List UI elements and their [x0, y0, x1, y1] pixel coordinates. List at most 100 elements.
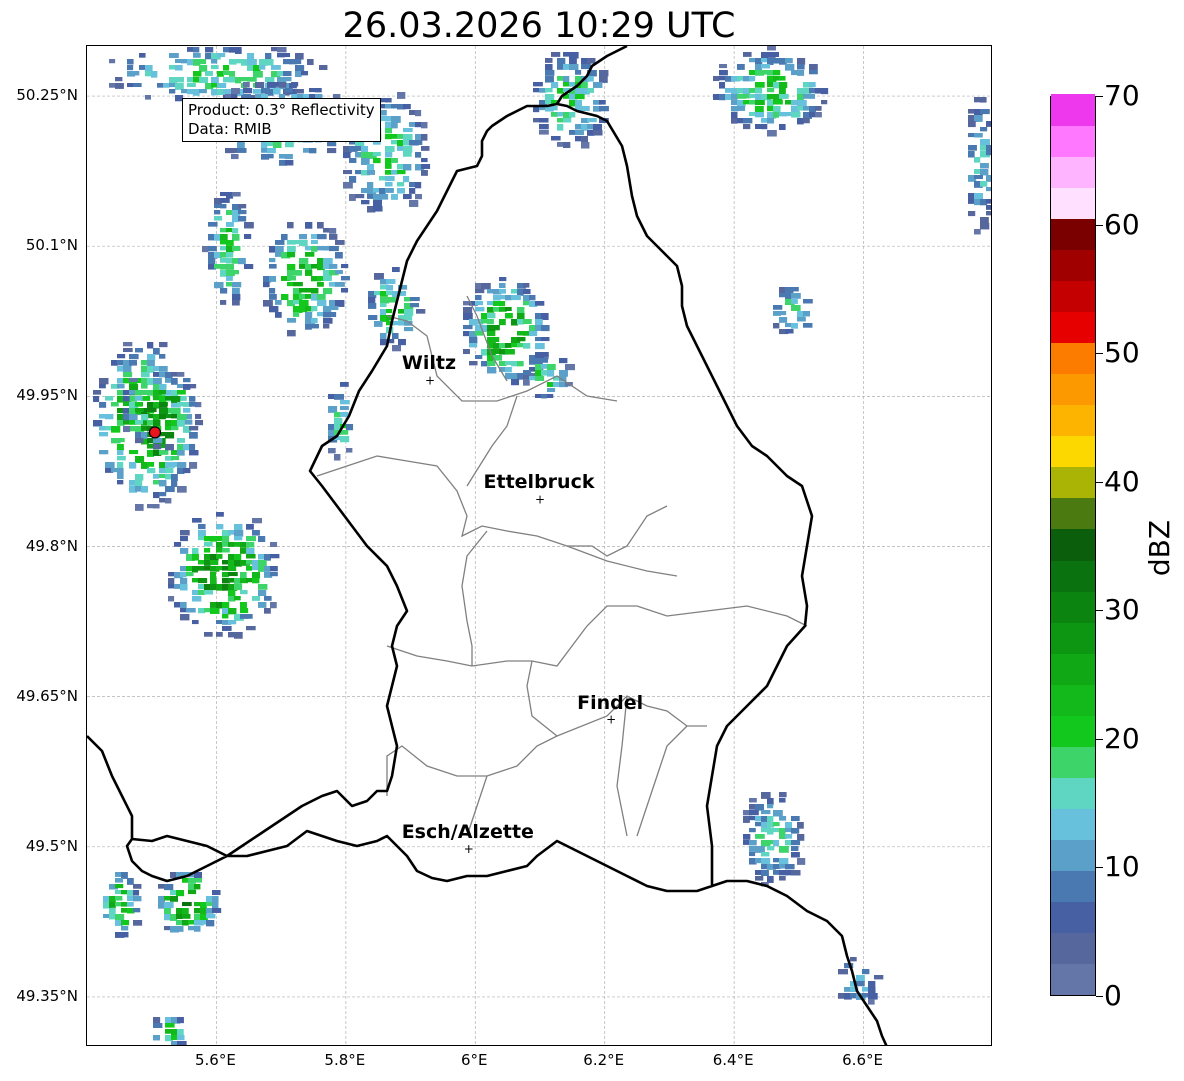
echo-cell [226, 240, 234, 246]
echo-cell [252, 518, 262, 524]
echo-cell [340, 382, 349, 387]
echo-cell [283, 71, 292, 77]
echo-cell [121, 926, 129, 931]
echo-cell [755, 834, 765, 839]
radar-map[interactable]: + + + + Product: 0.3° Reflectivity Data: RM… [86, 45, 992, 1046]
echo-cell [232, 192, 241, 197]
data-source-label: Data: RMIB [188, 120, 272, 138]
echo-cell [183, 408, 191, 413]
echo-cell [293, 270, 303, 276]
echo-cell [153, 396, 160, 401]
echo-cell [767, 88, 775, 93]
echo-cell [493, 325, 500, 331]
echo-cell [265, 77, 275, 83]
city-markers: + + + + [425, 373, 616, 855]
echo-cell [803, 94, 810, 99]
echo-cell [599, 70, 609, 77]
colorbar-unit-label: dBZ [1143, 519, 1176, 577]
echo-cell [755, 100, 765, 106]
echo-cell [551, 52, 561, 57]
echo-cell [380, 339, 387, 346]
echo-cell [581, 142, 590, 149]
echo-cell [295, 65, 305, 72]
echo-cell [785, 64, 795, 71]
echo-cell [581, 106, 590, 112]
echo-cell [246, 578, 253, 583]
echo-cell [767, 100, 774, 107]
echo-cell [517, 313, 525, 320]
echo-cell [135, 402, 142, 407]
echo-cell [105, 462, 115, 469]
echo-cell [223, 71, 230, 76]
echo-cell [121, 920, 130, 926]
echo-cell [171, 450, 178, 455]
echo-cell [111, 360, 118, 366]
echo-cell [199, 65, 208, 72]
echo-cell [743, 816, 750, 823]
echo-cell [180, 536, 188, 542]
echo-cell [147, 402, 154, 408]
echo-cell [315, 88, 322, 93]
echo-cell [481, 319, 488, 324]
echo-cell [117, 378, 124, 384]
echo-cell [541, 358, 549, 363]
echo-cell [334, 454, 341, 461]
echo-cell [505, 295, 512, 301]
echo-cell [415, 152, 422, 158]
echo-cell [216, 524, 224, 530]
echo-cell [767, 58, 774, 65]
echo-cell [815, 106, 822, 111]
echo-cell [749, 798, 757, 803]
colorbar-segment [1051, 683, 1095, 716]
echo-cell [270, 554, 280, 559]
echo-cell [499, 283, 506, 289]
echo-cell [287, 246, 296, 253]
echo-cell [229, 71, 236, 77]
echo-cell [210, 560, 219, 565]
echo-cell [135, 456, 145, 463]
echo-cell [127, 902, 134, 907]
echo-cell [749, 88, 757, 93]
echo-cell [355, 146, 362, 151]
echo-cell [397, 170, 406, 175]
echo-cell [499, 289, 506, 294]
echo-cell [223, 47, 230, 53]
echo-cell [974, 133, 983, 138]
echo-cell [175, 83, 184, 90]
echo-cell [165, 486, 175, 493]
echo-cell [311, 246, 318, 252]
echo-cell [216, 548, 223, 553]
canton-border [567, 505, 668, 557]
colorbar-segment [1051, 900, 1095, 933]
echo-cell [980, 139, 990, 146]
echo-cell [115, 77, 123, 82]
echo-cell [176, 914, 183, 920]
echo-cell [523, 331, 530, 336]
echo-cell [557, 112, 564, 117]
echo-cell [397, 92, 406, 99]
echo-cell [317, 294, 326, 300]
echo-cell [220, 204, 227, 209]
echo-cell [517, 319, 524, 325]
echo-cell [159, 354, 166, 359]
echo-cell [258, 590, 267, 596]
echo-cell [575, 100, 583, 107]
echo-cell [234, 596, 241, 601]
echo-cell [563, 76, 570, 83]
echo-cell [232, 234, 240, 241]
echo-cell [133, 71, 140, 76]
echo-cell [273, 88, 281, 95]
echo-cell [487, 313, 496, 319]
echo-cell [220, 198, 230, 203]
city-label: Ettelbruck [483, 471, 595, 494]
echo-cell [115, 83, 124, 89]
echo-cell [323, 288, 333, 295]
echo-cell [180, 584, 188, 591]
echo-cell [223, 65, 230, 71]
echo-cell [323, 276, 332, 282]
echo-cell [246, 524, 254, 530]
echo-cell [785, 822, 793, 829]
echo-cell [129, 414, 138, 421]
echo-cell [186, 608, 196, 613]
germany-france-border [711, 879, 888, 1045]
